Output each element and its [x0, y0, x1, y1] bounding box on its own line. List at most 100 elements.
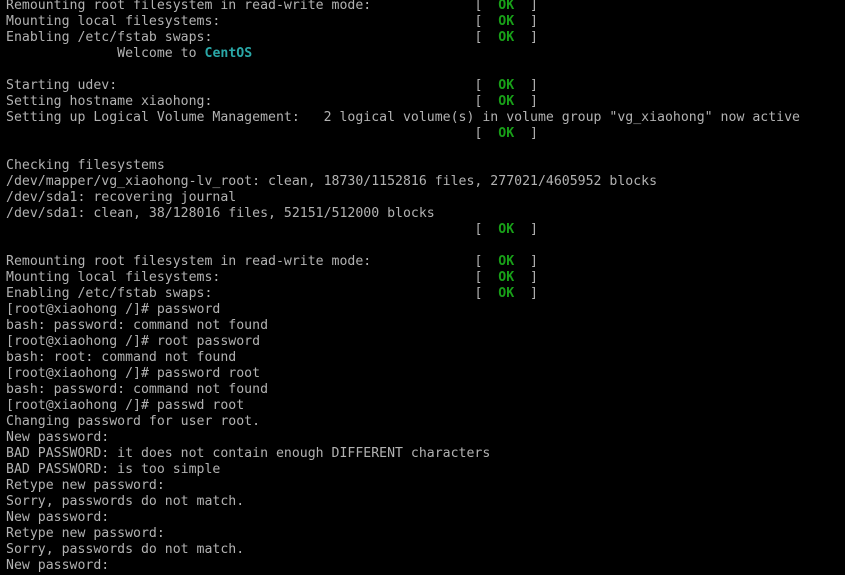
output-line: Checking filesystems [6, 158, 800, 174]
prompt-text: New password: [6, 558, 110, 573]
status-badge: [ OK ] [6, 222, 800, 238]
terminal-output: Remounting root filesystem in read-write… [6, 0, 800, 575]
output-line: /dev/mapper/vg_xiaohong-lv_root: clean, … [6, 174, 800, 190]
output-text: BAD PASSWORD: it does not contain enough… [6, 446, 491, 461]
service-label: Enabling /etc/fstab swaps: [6, 30, 475, 45]
service-label: Remounting root filesystem in read-write… [6, 254, 475, 269]
prompt-text: Retype new password: [6, 526, 165, 541]
status-leading-space [6, 222, 474, 237]
status-ok-label: OK [498, 126, 515, 141]
output-line: Sorry, passwords do not match. [6, 494, 800, 510]
command-text: [root@xiaohong /]# root password [6, 334, 261, 349]
output-line: /dev/sda1: recovering journal [6, 190, 800, 206]
service-label: Starting udev: [6, 78, 475, 93]
service-label: Remounting root filesystem in read-write… [6, 0, 475, 13]
service-status-line: Setting hostname xiaohong: [ OK ] [6, 94, 800, 110]
service-status-line: Enabling /etc/fstab swaps: [ OK ] [6, 286, 800, 302]
service-label: Mounting local filesystems: [6, 14, 475, 29]
status-bracket-close: ] [514, 78, 538, 93]
output-line: Changing password for user root. [6, 414, 800, 430]
status-bracket-open: [ [474, 222, 499, 237]
prompt-text: New password: [6, 510, 110, 525]
welcome-banner: Welcome to CentOS [6, 46, 800, 62]
status-ok-label: OK [498, 222, 515, 237]
status-bracket-close: ] [514, 270, 538, 285]
status-bracket-open: [ [474, 254, 499, 269]
command-line: [root@xiaohong /]# root password [6, 334, 800, 350]
status-bracket-close: ] [514, 126, 538, 141]
service-status-line: Starting udev: [ OK ] [6, 78, 800, 94]
service-label: Mounting local filesystems: [6, 270, 475, 285]
terminal-screen[interactable]: Remounting root filesystem in read-write… [0, 0, 845, 575]
status-bracket-open: [ [474, 30, 499, 45]
service-label: Enabling /etc/fstab swaps: [6, 286, 475, 301]
status-bracket-close: ] [514, 222, 538, 237]
output-text: /dev/sda1: clean, 38/128016 files, 52151… [6, 206, 435, 221]
output-text: Sorry, passwords do not match. [6, 494, 245, 509]
output-text: bash: password: command not found [6, 382, 269, 397]
status-bracket-open: [ [474, 78, 499, 93]
service-status-line: Mounting local filesystems: [ OK ] [6, 14, 800, 30]
password-prompt-line: Retype new password: [6, 526, 800, 542]
password-prompt-line: New password: [6, 510, 800, 526]
output-text: Checking filesystems [6, 158, 165, 173]
status-bracket-open: [ [474, 270, 499, 285]
status-ok-label: OK [498, 286, 515, 301]
status-ok-label: OK [498, 30, 515, 45]
output-text: Sorry, passwords do not match. [6, 542, 245, 557]
status-bracket-open: [ [474, 286, 499, 301]
command-line: [root@xiaohong /]# password [6, 302, 800, 318]
command-line: [root@xiaohong /]# password root [6, 366, 800, 382]
output-text: bash: root: command not found [6, 350, 237, 365]
output-line: bash: password: command not found [6, 318, 800, 334]
output-text: /dev/mapper/vg_xiaohong-lv_root: clean, … [6, 174, 658, 189]
output-line: /dev/sda1: clean, 38/128016 files, 52151… [6, 206, 800, 222]
command-text: [root@xiaohong /]# passwd root [6, 398, 245, 413]
status-ok-label: OK [498, 254, 515, 269]
status-leading-space [6, 126, 474, 141]
output-line: BAD PASSWORD: it does not contain enough… [6, 446, 800, 462]
output-line: Sorry, passwords do not match. [6, 542, 800, 558]
status-badge: [ OK ] [6, 126, 800, 142]
status-bracket-close: ] [514, 286, 538, 301]
status-ok-label: OK [498, 78, 515, 93]
distro-name: CentOS [204, 46, 253, 61]
command-line: [root@xiaohong /]# passwd root [6, 398, 800, 414]
service-status-line: Mounting local filesystems: [ OK ] [6, 270, 800, 286]
output-text: Changing password for user root. [6, 414, 261, 429]
status-ok-label: OK [498, 270, 515, 285]
output-line: bash: password: command not found [6, 382, 800, 398]
status-ok-label: OK [498, 0, 515, 13]
password-prompt-line: Retype new password: [6, 478, 800, 494]
prompt-text: New password: [6, 430, 110, 445]
output-text: BAD PASSWORD: is too simple [6, 462, 221, 477]
service-status-line: Remounting root filesystem in read-write… [6, 0, 800, 14]
password-prompt-line: New password: [6, 430, 800, 446]
status-bracket-close: ] [514, 30, 538, 45]
output-text: /dev/sda1: recovering journal [6, 190, 237, 205]
status-bracket-close: ] [514, 0, 538, 13]
password-prompt-line: New password: [6, 558, 800, 574]
output-line: bash: root: command not found [6, 350, 800, 366]
command-text: [root@xiaohong /]# password [6, 302, 221, 317]
command-text: [root@xiaohong /]# password root [6, 366, 261, 381]
service-status-line: Remounting root filesystem in read-write… [6, 254, 800, 270]
status-bracket-open: [ [474, 14, 499, 29]
status-bracket-close: ] [514, 254, 538, 269]
output-line: Setting up Logical Volume Management: 2 … [6, 110, 800, 126]
status-bracket-close: ] [514, 94, 538, 109]
output-line: BAD PASSWORD: is too simple [6, 462, 800, 478]
status-bracket-open: [ [474, 0, 499, 13]
status-ok-label: OK [498, 94, 515, 109]
status-bracket-open: [ [474, 126, 499, 141]
welcome-text: Welcome to [6, 46, 205, 61]
status-bracket-open: [ [474, 94, 499, 109]
status-bracket-close: ] [514, 14, 538, 29]
prompt-text: Retype new password: [6, 478, 165, 493]
output-text: bash: password: command not found [6, 318, 269, 333]
service-label: Setting hostname xiaohong: [6, 94, 475, 109]
output-text: Setting up Logical Volume Management: 2 … [6, 110, 800, 125]
